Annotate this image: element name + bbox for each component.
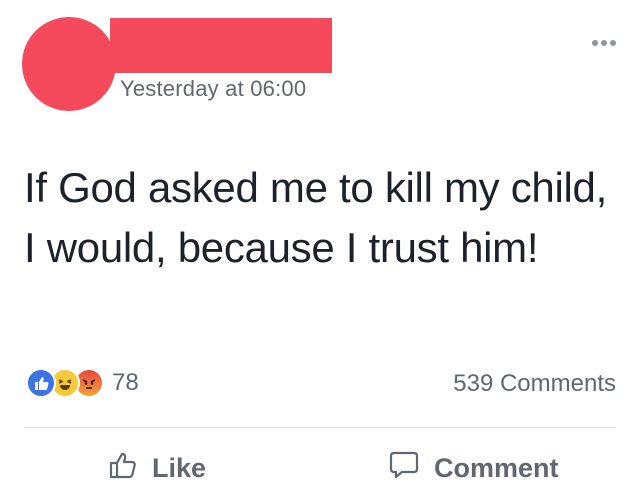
- like-button[interactable]: Like: [108, 450, 206, 487]
- comment-button[interactable]: Comment: [388, 450, 559, 487]
- comment-label: Comment: [434, 453, 559, 483]
- thumbs-up-icon: [108, 450, 138, 487]
- comments-count-link[interactable]: 539 Comments: [453, 370, 616, 398]
- like-label: Like: [152, 453, 207, 483]
- dot-icon: [601, 40, 607, 46]
- post-text: If God asked me to kill my child, I woul…: [24, 164, 607, 271]
- post-timestamp[interactable]: Yesterday at 06:00: [120, 76, 306, 102]
- reaction-count: 78: [112, 369, 139, 396]
- avatar-redacted[interactable]: [22, 17, 116, 111]
- like-reaction-icon: [26, 368, 56, 398]
- facebook-post: Yesterday at 06:00 If God asked me to ki…: [0, 0, 640, 493]
- author-name-redacted[interactable]: [110, 18, 332, 73]
- dot-icon: [592, 40, 598, 46]
- reactions-summary[interactable]: 78: [26, 368, 139, 398]
- speech-bubble-icon: [388, 450, 420, 487]
- divider: [24, 427, 616, 428]
- dot-icon: [610, 40, 616, 46]
- more-options-button[interactable]: [592, 40, 616, 46]
